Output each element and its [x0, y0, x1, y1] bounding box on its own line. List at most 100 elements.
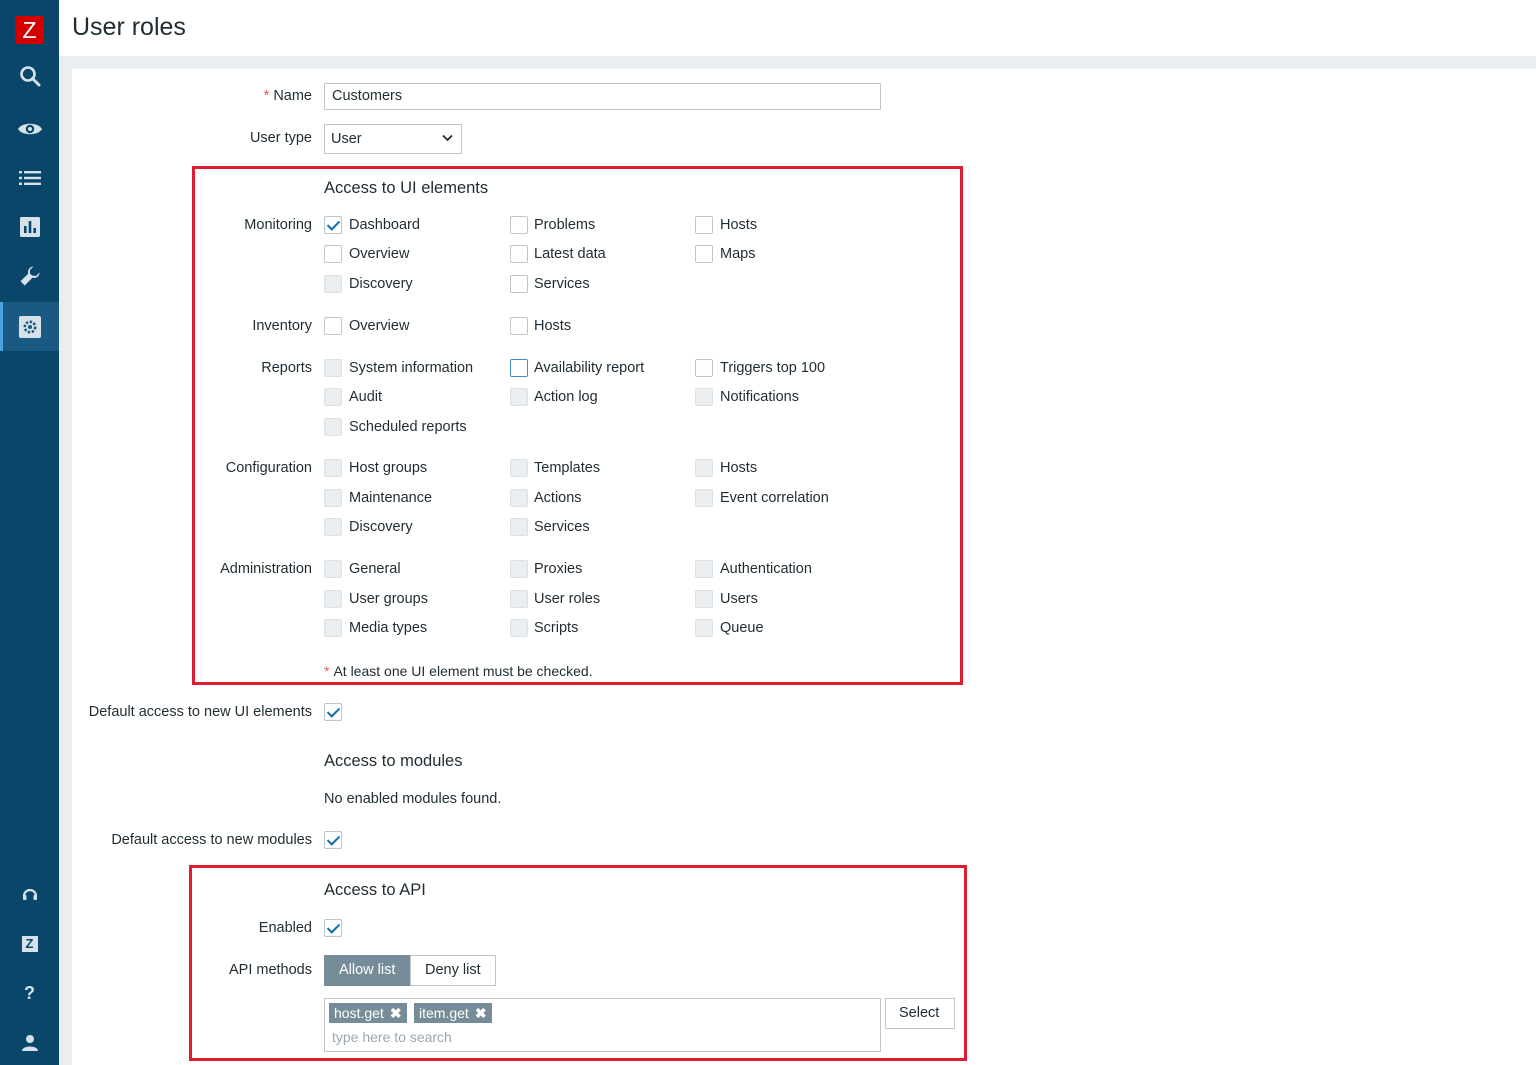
gear-icon[interactable] [0, 302, 59, 351]
api-method-tag: host.get ✖ [329, 1003, 407, 1023]
group-reports-label: Reports [261, 360, 312, 376]
group-administration-label: Administration [220, 561, 312, 577]
checkbox-label: Dashboard [349, 217, 420, 233]
api-section-title: Access to API [324, 881, 426, 899]
checkbox-configuration-host-groups[interactable] [324, 459, 342, 477]
checkbox-label: Problems [534, 217, 596, 233]
zabbix-logo[interactable]: Z [15, 16, 44, 44]
page-header: User roles [59, 0, 1536, 56]
api-enabled-checkbox[interactable] [324, 919, 342, 937]
checkbox-monitoring-dashboard[interactable] [324, 216, 342, 234]
checkbox-label: User roles [534, 591, 601, 607]
user-type-select[interactable]: User [324, 124, 462, 154]
zabbix-share-icon[interactable]: Z [0, 921, 59, 967]
checkbox-label: Action log [534, 389, 598, 405]
api-deny-list-button[interactable]: Deny list [410, 955, 496, 986]
checkbox-administration-general[interactable] [324, 560, 342, 578]
api-allow-list-button[interactable]: Allow list [324, 955, 411, 986]
checkbox-monitoring-overview[interactable] [324, 245, 342, 263]
checkbox-configuration-actions[interactable] [510, 489, 528, 507]
checkbox-reports-triggers-top-100[interactable] [695, 359, 713, 377]
checkbox-label: Scheduled reports [349, 419, 467, 435]
sidebar: Z Z ? [0, 0, 59, 1065]
checkbox-label: General [349, 561, 401, 577]
name-input[interactable]: Customers [324, 83, 881, 110]
headset-icon[interactable] [0, 872, 59, 918]
search-icon[interactable] [0, 53, 59, 99]
name-label-text: Name [273, 88, 312, 104]
remove-tag-icon[interactable]: ✖ [475, 1005, 487, 1021]
ui-section-title: Access to UI elements [324, 179, 489, 197]
default-ui-access-checkbox[interactable] [324, 703, 342, 721]
api-methods-multiselect[interactable]: host.get ✖ item.get ✖ type here to search [324, 998, 881, 1052]
checkbox-label: Maintenance [349, 490, 433, 506]
checkbox-configuration-discovery[interactable] [324, 518, 342, 536]
api-method-tag-label: item.get [419, 1005, 469, 1021]
checkbox-monitoring-problems[interactable] [510, 216, 528, 234]
list-icon[interactable] [0, 155, 59, 201]
checkbox-label: Event correlation [720, 490, 829, 506]
checkbox-configuration-hosts[interactable] [695, 459, 713, 477]
name-label: * Name [264, 88, 312, 104]
main-form: * Name Customers User type User Access to… [72, 69, 1536, 1065]
eye-icon[interactable] [0, 106, 59, 152]
ui-elements-highlight [192, 166, 963, 685]
wrench-icon[interactable] [0, 253, 59, 299]
checkbox-configuration-services[interactable] [510, 518, 528, 536]
api-select-button[interactable]: Select [885, 998, 955, 1029]
checkbox-reports-scheduled-reports[interactable] [324, 418, 342, 436]
checkbox-label: Availability report [534, 360, 645, 376]
checkbox-label: Hosts [720, 460, 758, 476]
checkbox-monitoring-discovery[interactable] [324, 275, 342, 293]
group-configuration-label: Configuration [225, 460, 312, 476]
api-method-tag-label: host.get [334, 1005, 384, 1021]
help-icon[interactable]: ? [0, 970, 59, 1016]
checkbox-monitoring-services[interactable] [510, 275, 528, 293]
checkbox-reports-audit[interactable] [324, 388, 342, 406]
checkbox-administration-authentication[interactable] [695, 560, 713, 578]
required-mark: * [263, 88, 270, 104]
checkbox-label: Services [534, 276, 590, 292]
checkbox-label: Authentication [720, 561, 812, 577]
checkbox-label: Hosts [534, 318, 572, 334]
checkbox-label: Templates [534, 460, 601, 476]
page-title: User roles [72, 13, 186, 41]
checkbox-reports-action-log[interactable] [510, 388, 528, 406]
checkbox-reports-system-information[interactable] [324, 359, 342, 377]
checkbox-label: Proxies [534, 561, 583, 577]
checkbox-administration-proxies[interactable] [510, 560, 528, 578]
modules-empty-text: No enabled modules found. [324, 791, 502, 807]
checkbox-label: Hosts [720, 217, 758, 233]
checkbox-label: User groups [349, 591, 428, 607]
checkbox-reports-availability-report[interactable] [510, 359, 528, 377]
default-ui-access-label: Default access to new UI elements [88, 704, 312, 720]
checkbox-monitoring-latest-data[interactable] [510, 245, 528, 263]
checkbox-administration-user-roles[interactable] [510, 590, 528, 608]
user-icon[interactable] [0, 1019, 59, 1065]
checkbox-administration-scripts[interactable] [510, 619, 528, 637]
checkbox-label: Services [534, 519, 590, 535]
checkbox-administration-queue[interactable] [695, 619, 713, 637]
remove-tag-icon[interactable]: ✖ [390, 1005, 402, 1021]
checkbox-administration-media-types[interactable] [324, 619, 342, 637]
checkbox-label: Overview [349, 246, 410, 262]
checkbox-administration-user-groups[interactable] [324, 590, 342, 608]
checkbox-configuration-templates[interactable] [510, 459, 528, 477]
checkbox-configuration-event-correlation[interactable] [695, 489, 713, 507]
checkbox-label: Discovery [349, 519, 413, 535]
checkbox-label: System information [349, 360, 474, 376]
checkbox-label: Discovery [349, 276, 413, 292]
checkbox-reports-notifications[interactable] [695, 388, 713, 406]
checkbox-inventory-overview[interactable] [324, 317, 342, 335]
api-search-input[interactable]: type here to search [332, 1029, 452, 1045]
default-modules-access-checkbox[interactable] [324, 831, 342, 849]
checkbox-inventory-hosts[interactable] [510, 317, 528, 335]
default-modules-access-label: Default access to new modules [111, 832, 312, 848]
checkbox-monitoring-maps[interactable] [695, 245, 713, 263]
user-type-value: User [331, 131, 362, 147]
checkbox-label: Audit [349, 389, 383, 405]
checkbox-monitoring-hosts[interactable] [695, 216, 713, 234]
checkbox-administration-users[interactable] [695, 590, 713, 608]
chart-icon[interactable] [0, 204, 59, 250]
checkbox-configuration-maintenance[interactable] [324, 489, 342, 507]
